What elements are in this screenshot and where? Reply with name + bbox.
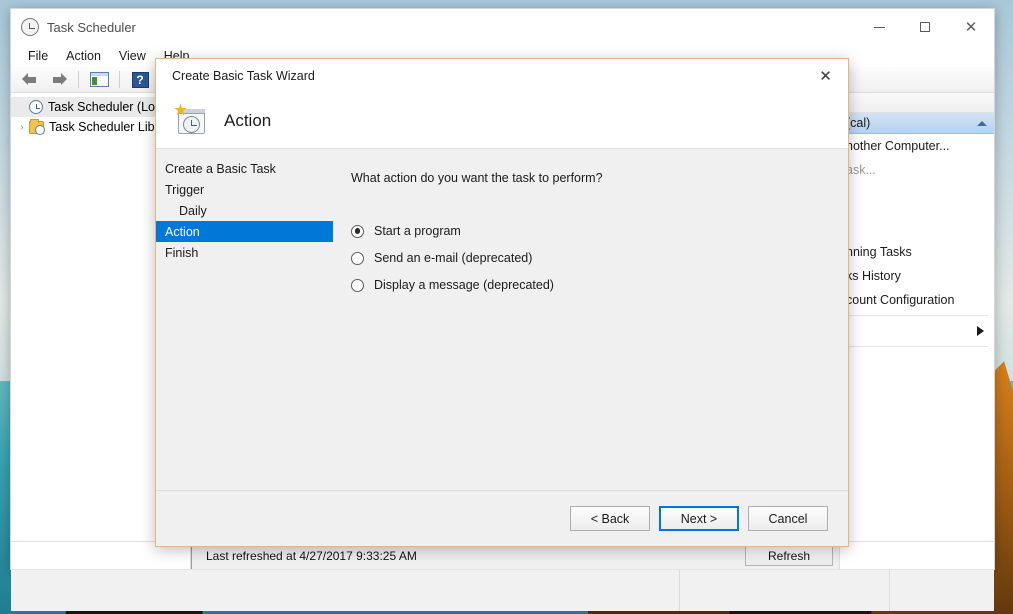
wizard-step-daily[interactable]: Daily [156,200,333,221]
maximize-icon [920,22,930,32]
toolbar-separator-2 [119,71,120,88]
folder-clock-icon [29,118,45,135]
wizard-question-text: What action do you want the task to perf… [351,171,603,185]
chevron-right-icon[interactable]: › [15,122,29,133]
wizard-close-button[interactable]: ✕ [803,59,848,93]
bottom-segment-c [889,570,994,611]
wizard-footer: < Back Next > Cancel [156,490,848,546]
close-icon: ✕ [819,67,832,85]
wizard-body: Create a Basic Task Trigger Daily Action… [156,149,848,490]
collapse-caret-icon[interactable] [977,120,987,126]
minimize-icon [873,26,885,28]
radio-label: Send an e-mail (deprecated) [374,251,533,265]
actions-pane-separator [846,315,988,316]
wizard-titlebar: Create Basic Task Wizard ✕ [156,59,848,93]
wizard-main-panel: What action do you want the task to perf… [333,149,848,490]
radio-option-start-a-program[interactable]: Start a program [351,218,828,244]
window-title: Task Scheduler [47,19,136,35]
last-refreshed-text: Last refreshed at 4/27/2017 9:33:25 AM [206,548,417,563]
cancel-button[interactable]: Cancel [748,506,828,531]
forward-arrow-icon [50,73,67,86]
clock-icon [21,18,39,36]
show-hide-console-tree-icon [89,72,109,87]
help-icon: ? [131,71,149,88]
next-button[interactable]: Next > [659,506,739,531]
task-wizard-icon [174,103,208,138]
toolbar-separator-1 [78,71,79,88]
window-controls: ✕ [856,9,994,45]
refresh-button[interactable]: Refresh [745,545,833,566]
actions-pane-title[interactable]: (cal) [840,113,994,134]
radio-button-icon[interactable] [351,251,364,265]
actions-pane-title-label: (cal) [846,116,871,130]
wizard-title: Create Basic Task Wizard [172,69,315,83]
radio-button-icon[interactable] [351,278,364,292]
maximize-button[interactable] [902,9,948,45]
actions-pane: (cal) nother Computer... ask... nning Ta… [839,93,994,541]
radio-label: Display a message (deprecated) [374,278,554,292]
back-button[interactable] [17,69,43,91]
close-button[interactable]: ✕ [948,9,994,45]
actions-pane-header-strip [840,93,994,113]
wizard-step-action[interactable]: Action [156,221,333,242]
back-arrow-icon [21,73,39,86]
menu-item-action[interactable]: Action [57,47,110,65]
more-arrow-icon [977,326,984,336]
wizard-header: Action [156,93,848,149]
action-display-running-tasks[interactable]: nning Tasks [840,240,994,264]
wizard-step-trigger[interactable]: Trigger [156,179,333,200]
action-connect-another-computer[interactable]: nother Computer... [840,134,994,158]
menu-item-view[interactable]: View [110,47,155,65]
wizard-steps-list: Create a Basic Task Trigger Daily Action… [156,149,333,490]
tree-item-label: Task Scheduler Libr [49,120,159,134]
actions-pane-more-button[interactable] [840,319,994,343]
minimize-button[interactable] [856,9,902,45]
back-button[interactable]: < Back [570,506,650,531]
bottom-segment-b [679,570,889,611]
window-bottom-strip [11,569,994,611]
radio-option-display-a-message[interactable]: Display a message (deprecated) [351,272,828,298]
action-create-basic-task[interactable]: ask... [840,158,994,182]
wizard-step-title: Action [224,110,272,130]
menu-item-file[interactable]: File [19,47,57,65]
wizard-step-create-a-basic-task[interactable]: Create a Basic Task [156,158,333,179]
radio-option-send-an-email[interactable]: Send an e-mail (deprecated) [351,245,828,271]
radio-label: Start a program [374,224,461,238]
actions-pane-spacer [840,182,994,240]
action-aт-service-account-configuration[interactable]: count Configuration [840,288,994,312]
forward-button[interactable] [45,69,71,91]
action-enable-tasks-history[interactable]: ks History [840,264,994,288]
bottom-segment-a [11,570,679,611]
help-button[interactable]: ? [127,69,153,91]
close-icon: ✕ [964,17,978,36]
radio-button-selected-icon[interactable] [351,224,364,238]
clock-icon [29,100,43,114]
show-hide-console-tree-button[interactable] [86,69,112,91]
status-right-filler [839,542,994,569]
wizard-step-finish[interactable]: Finish [156,242,333,263]
actions-pane-separator-2 [846,346,988,347]
window-titlebar: Task Scheduler ✕ [11,9,994,45]
create-basic-task-wizard-dialog: Create Basic Task Wizard ✕ Action Create… [155,58,849,547]
